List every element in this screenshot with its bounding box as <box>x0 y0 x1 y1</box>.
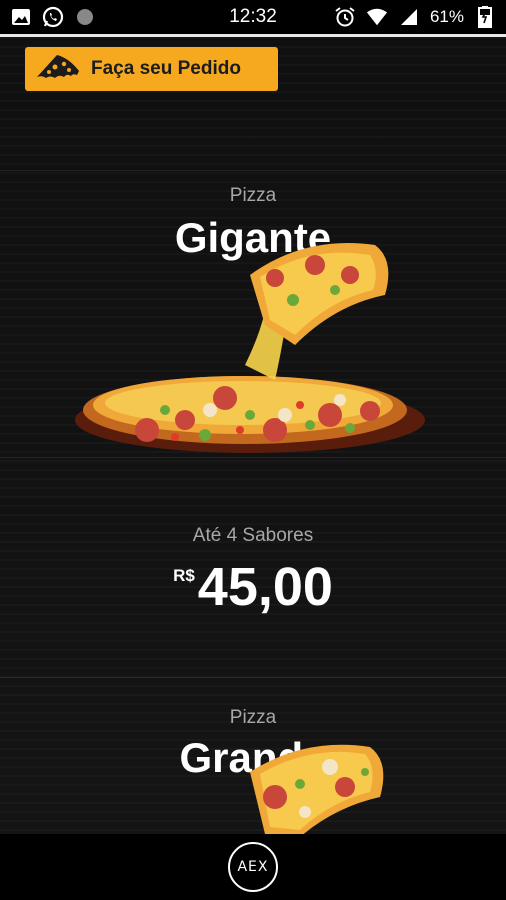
status-time: 12:32 <box>229 6 277 27</box>
order-button[interactable]: Faça seu Pedido <box>25 47 278 91</box>
product-price: R$ 45,00 <box>0 560 506 614</box>
bottom-bar: AEX <box>0 834 506 900</box>
brand-logo[interactable]: AEX <box>228 842 278 892</box>
product-card[interactable]: Pizza <box>0 707 506 729</box>
pizza-slice-icon <box>33 52 83 87</box>
product-kind: Pizza <box>229 185 277 206</box>
pizza-image <box>250 744 384 834</box>
price-value: 45,00 <box>197 557 333 617</box>
product-flavors-wrap: Até 4 Sabores <box>0 525 506 547</box>
pizza-image <box>75 243 425 453</box>
order-button-label: Faça seu Pedido <box>91 58 241 79</box>
product-card[interactable]: Pizza <box>0 185 506 207</box>
wood-plank-line <box>0 677 506 678</box>
product-flavors: Até 4 Sabores <box>192 525 314 546</box>
product-list[interactable]: Faça seu Pedido Pizza Gigante Até 4 Sabo… <box>0 37 506 834</box>
wood-plank-line <box>0 170 506 171</box>
product-kind: Pizza <box>229 707 277 728</box>
price-currency: R$ <box>173 566 195 585</box>
logo-text: AEX <box>237 859 269 875</box>
status-bar: 12:32 61% <box>0 0 506 34</box>
